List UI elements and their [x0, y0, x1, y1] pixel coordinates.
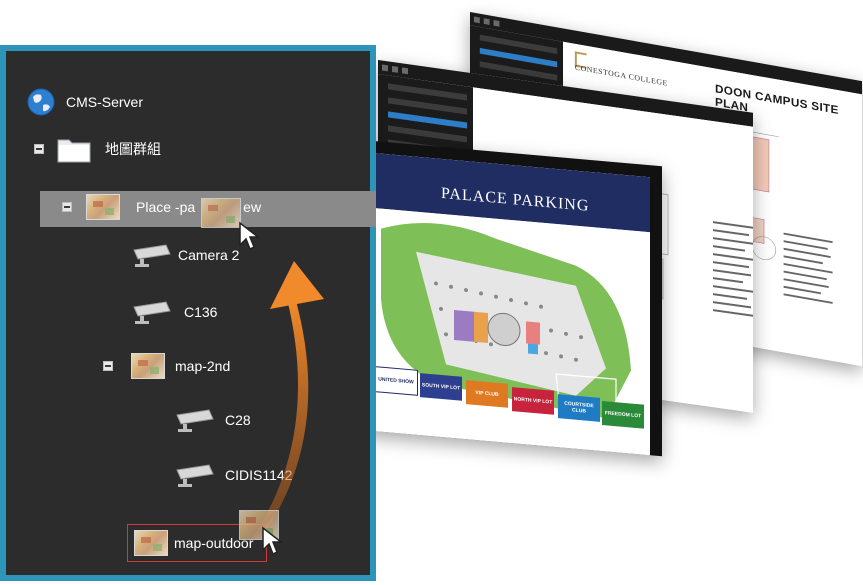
map-window-front: PALACE PARKING UNITED SHOW SOUTH VIP LOT… [362, 140, 662, 457]
camera-icon [133, 244, 171, 267]
tree-node-label: 地圖群組 [105, 141, 161, 157]
tree-node-camera[interactable]: C136 [132, 299, 217, 325]
cursor-arrow-icon [262, 526, 283, 556]
drag-ghost-thumbnail [201, 198, 241, 228]
tree-node-label: map-2nd [175, 358, 231, 374]
map-thumbnail-icon [134, 530, 168, 556]
tree-node-label: C136 [184, 304, 218, 320]
camera-icon [176, 464, 214, 487]
legend-south-vip-lot: SOUTH VIP LOT [420, 373, 462, 401]
folder-icon [57, 139, 91, 163]
tree-node-label: Camera 2 [178, 247, 240, 263]
tree-node-label: Place -pa [136, 199, 196, 215]
collapse-toggle[interactable] [62, 202, 72, 212]
tree-node-label-tail: ew [243, 199, 262, 215]
parking-map: UNITED SHOW SOUTH VIP LOT VIP CLUB NORTH… [376, 208, 650, 456]
parking-title: PALACE PARKING [441, 184, 590, 215]
device-tree-panel: CMS-Server 地圖群組 Place -pa ew Camera 2 C1… [0, 45, 376, 581]
legend-north-vip-lot: NORTH VIP LOT [512, 387, 554, 415]
tree-node-submap[interactable]: map-2nd [103, 353, 230, 379]
collapse-toggle[interactable] [34, 144, 44, 154]
legend-courtside-club: COURTSIDE CLUB [558, 394, 600, 422]
camera-icon [133, 301, 171, 324]
tree-node-label: CMS-Server [66, 94, 144, 110]
map-thumbnail-icon [131, 353, 165, 379]
camera-icon [176, 409, 214, 432]
window-content: PALACE PARKING UNITED SHOW SOUTH VIP LOT… [376, 153, 650, 456]
tree-node-cms-server[interactable]: CMS-Server [26, 87, 143, 117]
legend-vip-club: VIP CLUB [466, 380, 508, 408]
tree-node-map-group[interactable]: 地圖群組 [34, 134, 161, 164]
collapse-toggle[interactable] [103, 361, 113, 371]
drag-arrow-icon [258, 261, 324, 531]
legend-freedom-lot: FREEDOM LOT [602, 400, 644, 429]
tree-node-camera[interactable]: Camera 2 [132, 242, 239, 268]
globe-icon [27, 88, 55, 116]
cursor-arrow-icon [239, 221, 260, 251]
map-thumbnail-icon [86, 194, 120, 220]
legend-united-show: UNITED SHOW [376, 366, 418, 396]
